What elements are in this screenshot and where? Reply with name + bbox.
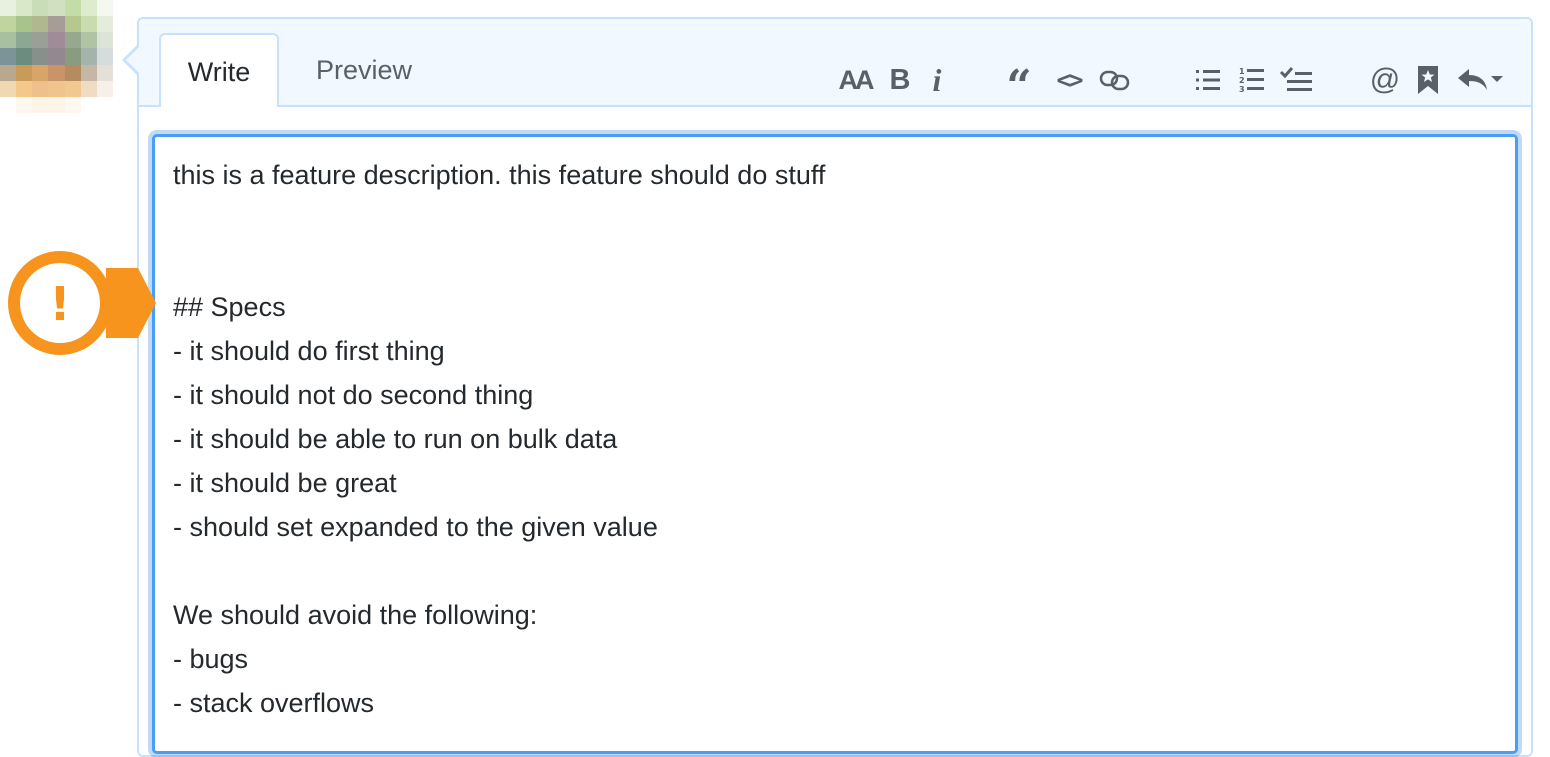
text-size-icon: AA [838,64,875,95]
code-button[interactable]: <> [1051,55,1087,105]
avatar-pixel [96,48,113,65]
editor-line: - it should be able to run on bulk data [173,424,618,454]
editor-line: - it should do first thing [173,336,445,366]
italic-button[interactable]: i [923,55,951,105]
avatar-pixel [32,64,49,81]
reply-dropdown-button[interactable] [1453,55,1507,105]
saved-reply-button[interactable] [1413,55,1443,105]
mention-icon: @ [1369,63,1401,96]
editor-tabbar: Write Preview AA B i “ <> 1 2 3 @ [139,19,1531,112]
avatar-pixel [64,64,81,81]
avatar-pixel [16,96,33,113]
exclamation-icon: ! [50,277,71,331]
avatar-pixel [96,64,113,81]
avatar-pixel [80,48,97,65]
tab-preview[interactable]: Preview [299,33,429,107]
avatar-pixel [96,16,113,33]
numbered-list-icon: 1 2 3 [1239,67,1264,94]
avatar-pixel [0,64,17,81]
warning-callout[interactable]: ! [6,248,166,358]
avatar-pixel [96,0,113,17]
editor-line: - should set expanded to the given value [173,512,658,542]
avatar-pixel [32,48,49,65]
avatar-pixel [96,32,113,49]
avatar-pixel [64,96,81,113]
quote-icon: “ [1006,61,1032,112]
avatar-pixel [32,32,49,49]
saved-reply-icon [1418,66,1438,94]
avatar-pixel [32,16,49,33]
editor-line: We should avoid the following: [173,600,538,630]
editor-line: - stack overflows [173,688,375,718]
bulleted-list-button[interactable] [1191,55,1225,105]
avatar-pixel [48,64,65,81]
avatar-pixel [0,48,17,65]
comment-pointer-fill [126,46,140,74]
avatar-pixel [80,0,97,17]
avatar-pixel [48,96,65,113]
avatar-pixel [80,96,97,113]
avatar-pixel [16,32,33,49]
editor-line: this is a feature description. this feat… [173,160,826,190]
avatar-pixel [48,80,65,97]
avatar-pixel [80,16,97,33]
avatar-pixel [64,16,81,33]
avatar-pixel [16,80,33,97]
avatar-pixel [0,0,17,17]
svg-text:2: 2 [1239,76,1245,85]
avatar-pixel [16,0,33,17]
avatar-pixel [16,64,33,81]
italic-icon: i [932,61,942,98]
code-icon: <> [1056,66,1084,94]
svg-text:1: 1 [1239,67,1245,76]
avatar-pixel [48,16,65,33]
avatar[interactable] [0,0,113,113]
reply-dropdown-icon [1458,69,1503,90]
quote-button[interactable]: “ [1003,55,1035,112]
numbered-list-button[interactable]: 1 2 3 [1235,55,1269,105]
avatar-pixel [96,96,113,113]
editor-line: - it should not do second thing [173,380,534,410]
editor-line: ## Specs [173,292,286,322]
task-list-icon [1279,67,1312,91]
avatar-pixel [16,16,33,33]
editor-line: - it should be great [173,468,397,498]
avatar-pixel [80,64,97,81]
avatar-pixel [32,80,49,97]
avatar-pixel [0,16,17,33]
avatar-pixel [32,96,49,113]
comment-textarea[interactable]: this is a feature description. this feat… [152,134,1518,754]
link-icon [1099,70,1130,91]
task-list-button[interactable] [1277,55,1315,105]
avatar-pixel [16,48,33,65]
avatar-pixel [48,0,65,17]
bulleted-list-icon [1196,70,1220,90]
avatar-pixel [64,0,81,17]
avatar-pixel [48,32,65,49]
mention-button[interactable]: @ [1367,55,1403,105]
avatar-pixel [64,80,81,97]
avatar-pixel [0,80,17,97]
avatar-pixel [64,32,81,49]
link-button[interactable] [1097,55,1133,105]
tab-write[interactable]: Write [159,33,279,107]
avatar-pixel [32,0,49,17]
avatar-pixel [48,48,65,65]
avatar-pixel [80,80,97,97]
avatar-pixel [0,96,17,113]
avatar-pixel [80,32,97,49]
bold-icon: B [889,63,911,96]
avatar-pixel [96,80,113,97]
text-size-button[interactable]: AA [833,55,877,105]
avatar-pixel [0,32,17,49]
editor-line: - bugs [173,644,249,674]
bold-button[interactable]: B [885,55,915,105]
avatar-pixel [64,48,81,65]
svg-text:3: 3 [1239,85,1245,94]
